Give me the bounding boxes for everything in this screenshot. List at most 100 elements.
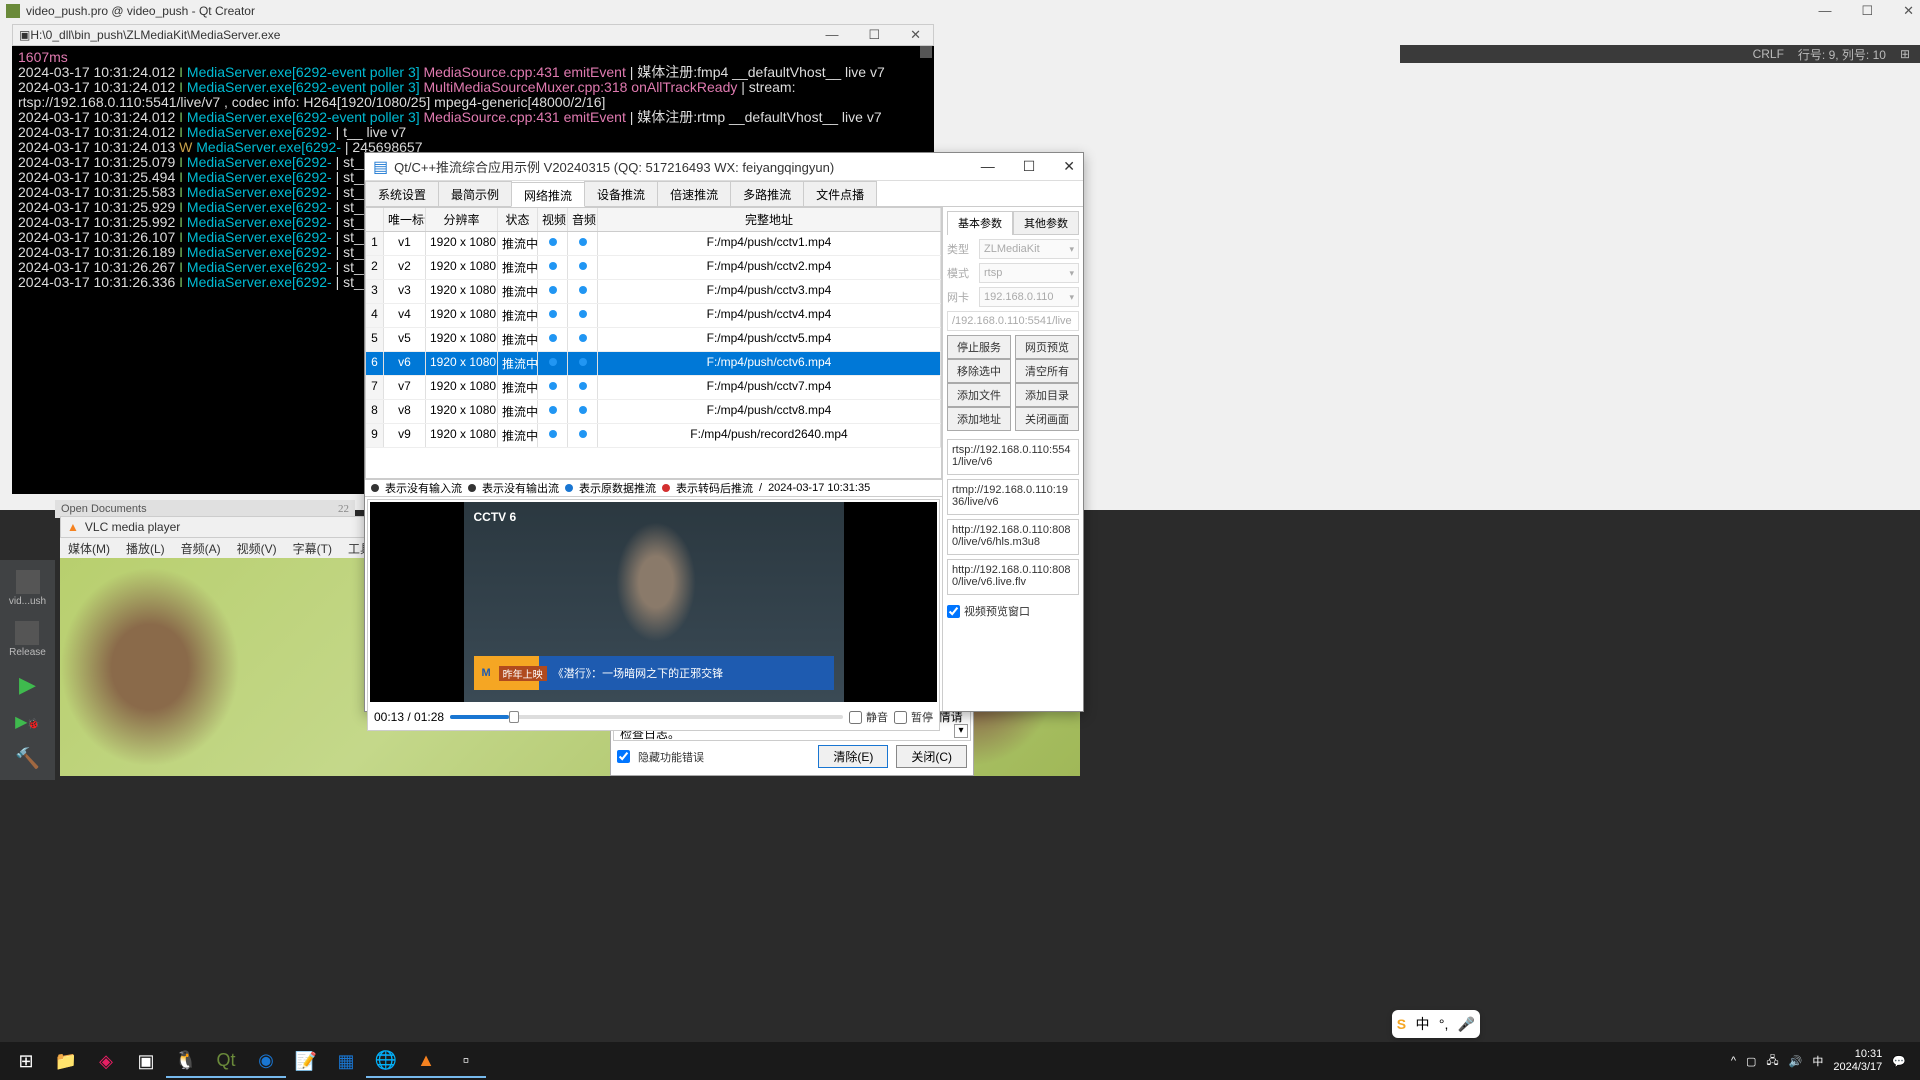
- debug-button[interactable]: ▶🐞: [15, 712, 40, 732]
- preview-window-checkbox[interactable]: 视频预览窗口: [947, 603, 1079, 619]
- console-titlebar[interactable]: ▣ H:\0_dll\bin_push\ZLMediaKit\MediaServ…: [12, 24, 934, 46]
- mute-checkbox[interactable]: 静音: [849, 709, 888, 725]
- nic-select[interactable]: 192.168.0.110▾: [979, 287, 1079, 307]
- minimize-icon[interactable]: —: [1818, 3, 1831, 19]
- vlc-menu-item[interactable]: 播放(L): [126, 540, 165, 557]
- minimize-icon[interactable]: —: [825, 27, 838, 43]
- vlc-menu-item[interactable]: 字幕(T): [293, 540, 332, 557]
- start-button[interactable]: ⊞: [6, 1044, 46, 1078]
- close-button[interactable]: 关闭(C): [896, 745, 967, 768]
- url-display[interactable]: rtsp://192.168.0.110:5541/live/v6: [947, 439, 1079, 475]
- maximize-icon[interactable]: ☐: [1861, 3, 1873, 19]
- action-button[interactable]: 网页预览: [1015, 335, 1079, 359]
- url-display[interactable]: rtmp://192.168.0.110:1936/live/v6: [947, 479, 1079, 515]
- url-display[interactable]: http://192.168.0.110:8080/live/v6/hls.m3…: [947, 519, 1079, 555]
- clear-button[interactable]: 清除(E): [818, 745, 888, 768]
- qtcreator-title: video_push.pro @ video_push - Qt Creator: [26, 4, 255, 18]
- main-tab[interactable]: 最简示例: [438, 181, 512, 206]
- action-button[interactable]: 关闭画面: [1015, 407, 1079, 431]
- table-row[interactable]: 2v21920 x 1080推流中F:/mp4/push/cctv2.mp4: [366, 256, 941, 280]
- tab-other-params[interactable]: 其他参数: [1013, 211, 1079, 235]
- run-button[interactable]: ▶: [19, 672, 36, 698]
- table-row[interactable]: 7v71920 x 1080推流中F:/mp4/push/cctv7.mp4: [366, 376, 941, 400]
- network-icon[interactable]: 🖧: [1766, 1052, 1778, 1071]
- addr-input[interactable]: /192.168.0.110:5541/live: [947, 311, 1079, 331]
- app-titlebar[interactable]: ▤ Qt/C++推流综合应用示例 V20240315 (QQ: 51721649…: [365, 153, 1083, 181]
- maximize-icon[interactable]: ☐: [1023, 158, 1036, 175]
- main-tab[interactable]: 系统设置: [365, 181, 439, 206]
- tray-expand-icon[interactable]: ^: [1731, 1055, 1736, 1067]
- hide-errors-checkbox[interactable]: 隐藏功能错误: [617, 749, 704, 765]
- main-tab[interactable]: 网络推流: [511, 182, 585, 207]
- vlc-menu-item[interactable]: 视频(V): [237, 540, 277, 557]
- main-tab[interactable]: 设备推流: [584, 181, 658, 206]
- console-line: 2024-03-17 10:31:24.012 I MediaServer.ex…: [18, 110, 928, 125]
- console-line: 2024-03-17 10:31:24.012 I MediaServer.ex…: [18, 65, 928, 80]
- vlc-menu-item[interactable]: 音频(A): [181, 540, 221, 557]
- action-button[interactable]: 停止服务: [947, 335, 1011, 359]
- mic-icon: 🎤: [1458, 1016, 1475, 1033]
- notepad-icon[interactable]: 📝: [286, 1044, 326, 1078]
- pause-checkbox[interactable]: 暂停: [894, 709, 933, 725]
- build-mode[interactable]: Release: [9, 621, 46, 658]
- main-tab[interactable]: 多路推流: [730, 181, 804, 206]
- clock[interactable]: 10:31 2024/3/17: [1833, 1048, 1882, 1074]
- preview-video[interactable]: CCTV 6 M 昨年上映 《潜行》：一场暗网之下的正邪交锋: [370, 502, 937, 702]
- dropdown-icon[interactable]: ▾: [954, 724, 968, 738]
- lang-tray[interactable]: 中: [1812, 1053, 1823, 1069]
- type-select[interactable]: ZLMediaKit▾: [979, 239, 1079, 259]
- qtcreator-titlebar[interactable]: video_push.pro @ video_push - Qt Creator…: [0, 0, 1920, 22]
- app-task-icon[interactable]: ▫: [446, 1044, 486, 1078]
- table-row[interactable]: 1v11920 x 1080推流中F:/mp4/push/cctv1.mp4: [366, 232, 941, 256]
- table-row[interactable]: 5v51920 x 1080推流中F:/mp4/push/cctv5.mp4: [366, 328, 941, 352]
- split-icon[interactable]: ⊞: [1900, 47, 1910, 61]
- close-icon[interactable]: ✕: [1063, 158, 1075, 175]
- qtcreator-icon: [6, 4, 20, 18]
- right-panel: 基本参数 其他参数 类型ZLMediaKit▾ 模式rtsp▾ 网卡192.16…: [943, 207, 1083, 711]
- scrollbar-thumb[interactable]: [920, 46, 932, 58]
- chrome-icon[interactable]: 🌐: [366, 1044, 406, 1078]
- push-app-window: ▤ Qt/C++推流综合应用示例 V20240315 (QQ: 51721649…: [364, 152, 1084, 712]
- seek-slider[interactable]: [450, 715, 843, 719]
- close-icon[interactable]: ✕: [1903, 3, 1914, 19]
- volume-icon[interactable]: 🔊: [1789, 1055, 1803, 1068]
- battery-icon[interactable]: ▢: [1746, 1055, 1756, 1068]
- mode-select[interactable]: rtsp▾: [979, 263, 1079, 283]
- table-row[interactable]: 4v41920 x 1080推流中F:/mp4/push/cctv4.mp4: [366, 304, 941, 328]
- table-row[interactable]: 3v31920 x 1080推流中F:/mp4/push/cctv3.mp4: [366, 280, 941, 304]
- qtcreator-statusbar: CRLF 行号: 9, 列号: 10 ⊞: [1400, 45, 1920, 63]
- browser-icon[interactable]: ◉: [246, 1044, 286, 1078]
- build-button[interactable]: 🔨: [15, 746, 40, 771]
- tab-basic-params[interactable]: 基本参数: [947, 211, 1013, 235]
- action-button[interactable]: 清空所有: [1015, 359, 1079, 383]
- action-button[interactable]: 移除选中: [947, 359, 1011, 383]
- table-header: 唯一标识 分辨率 状态 视频 音频 完整地址: [366, 208, 941, 232]
- close-icon[interactable]: ✕: [910, 27, 921, 43]
- explorer-icon[interactable]: 📁: [46, 1044, 86, 1078]
- qtcreator-task-icon[interactable]: Qt: [206, 1044, 246, 1078]
- action-button[interactable]: 添加地址: [947, 407, 1011, 431]
- vlc-menu-item[interactable]: 媒体(M): [68, 540, 110, 557]
- legend-bar: 表示没有输入流 表示没有输出流 表示原数据推流 表示转码后推流 /2024-03…: [365, 479, 942, 497]
- action-button[interactable]: 添加目录: [1015, 383, 1079, 407]
- app-icon-1[interactable]: ◈: [86, 1044, 126, 1078]
- settings-icon[interactable]: ▦: [326, 1044, 366, 1078]
- action-button[interactable]: 添加文件: [947, 383, 1011, 407]
- stream-table: 唯一标识 分辨率 状态 视频 音频 完整地址 1v11920 x 1080推流中…: [365, 207, 942, 479]
- url-display[interactable]: http://192.168.0.110:8080/live/v6.live.f…: [947, 559, 1079, 595]
- param-tabs: 基本参数 其他参数: [947, 211, 1079, 235]
- notifications-icon[interactable]: 💬: [1892, 1055, 1906, 1068]
- maximize-icon[interactable]: ☐: [868, 27, 880, 43]
- terminal-icon[interactable]: ▣: [126, 1044, 166, 1078]
- table-row[interactable]: 8v81920 x 1080推流中F:/mp4/push/cctv8.mp4: [366, 400, 941, 424]
- main-tab[interactable]: 倍速推流: [657, 181, 731, 206]
- qq-icon[interactable]: 🐧: [166, 1044, 206, 1078]
- main-tab[interactable]: 文件点播: [803, 181, 877, 206]
- project-selector[interactable]: vid...ush: [9, 570, 46, 607]
- table-row[interactable]: 9v91920 x 1080推流中F:/mp4/push/record2640.…: [366, 424, 941, 448]
- time-display: 00:13 / 01:28: [374, 710, 444, 724]
- table-row[interactable]: 6v61920 x 1080推流中F:/mp4/push/cctv6.mp4: [366, 352, 941, 376]
- ime-widget[interactable]: S 中 °, 🎤: [1392, 1010, 1480, 1038]
- vlc-task-icon[interactable]: ▲: [406, 1044, 446, 1078]
- minimize-icon[interactable]: —: [981, 158, 995, 175]
